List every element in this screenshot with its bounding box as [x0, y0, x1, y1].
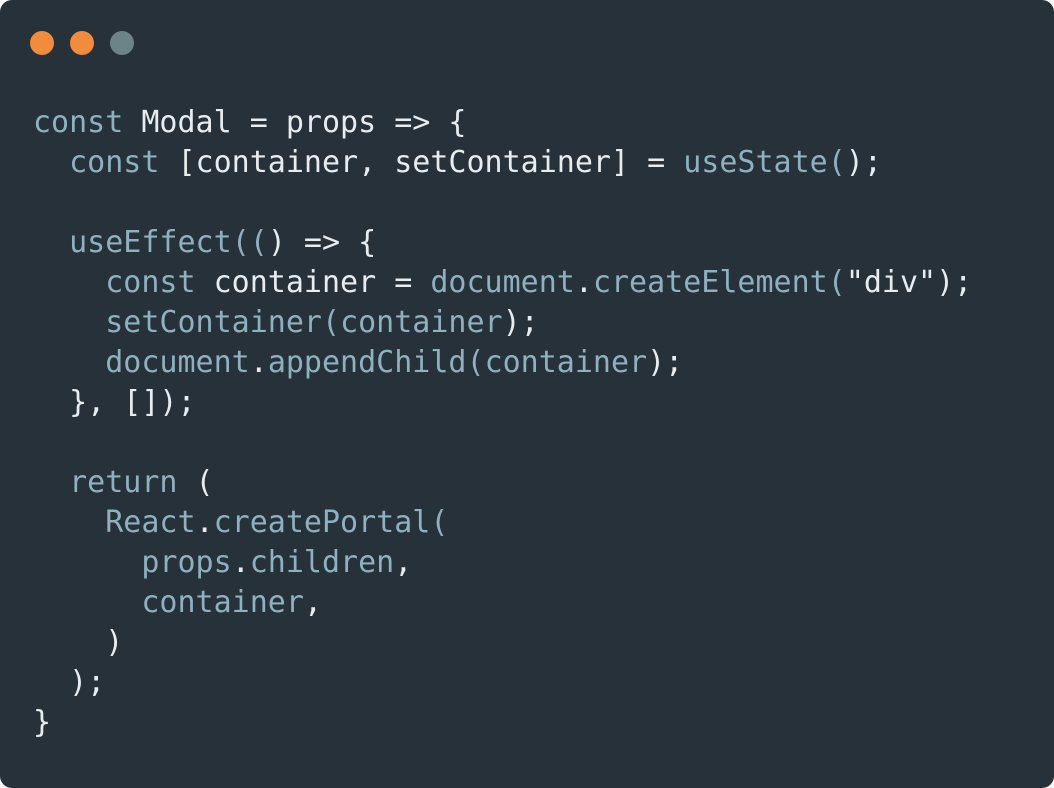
close-dot[interactable] [30, 31, 54, 55]
code-line: props.children, [33, 543, 972, 583]
code-token: "div"); [845, 265, 973, 300]
code-token-keyword: createPortal [213, 505, 431, 540]
code-token: } [33, 705, 52, 740]
code-token: . [574, 265, 593, 300]
code-token-keyword: document [430, 265, 575, 300]
code-token-keyword: setContainer [105, 305, 322, 340]
code-token: ); [845, 145, 882, 180]
code-token-keyword: container [141, 585, 304, 620]
code-token-keyword: React [105, 505, 196, 540]
code-token: Modal = props => { [123, 105, 467, 140]
code-token: }, []); [33, 385, 196, 420]
minimize-dot[interactable] [70, 31, 94, 55]
code-line: ); [33, 663, 972, 703]
code-line: const container = document.createElement… [33, 263, 972, 303]
code-token-keyword: appendChild [267, 345, 467, 380]
code-token-keyword: ( [322, 305, 341, 340]
code-token: ) => { [267, 225, 377, 260]
code-token: [container, setContainer] = [159, 145, 684, 180]
code-token: ); [647, 345, 684, 380]
code-line: const [container, setContainer] = useSta… [33, 143, 972, 183]
code-line: }, []); [33, 383, 972, 423]
code-line: container, [33, 583, 972, 623]
code-token-keyword: (( [231, 225, 268, 260]
code-token-keyword: ( [827, 145, 846, 180]
code-token-keyword: useState [683, 145, 828, 180]
code-token-keyword: const [33, 105, 124, 140]
code-window: const Modal = props => { const [containe… [0, 0, 1054, 788]
code-line: } [33, 703, 972, 743]
code-token-keyword: useEffect [69, 225, 232, 260]
code-token-keyword: const [69, 145, 160, 180]
code-token-keyword: ( [827, 265, 846, 300]
code-token-keyword: props [141, 545, 232, 580]
code-line: document.appendChild(container); [33, 343, 972, 383]
code-token-keyword: createElement [592, 265, 828, 300]
code-line: setContainer(container); [33, 303, 972, 343]
code-token: , [394, 545, 413, 580]
code-token: . [231, 545, 250, 580]
code-token: ); [502, 305, 539, 340]
code-line: ) [33, 623, 972, 663]
code-token: . [249, 345, 268, 380]
code-token: ); [33, 665, 106, 700]
code-block: const Modal = props => { const [containe… [33, 103, 972, 743]
code-line: const Modal = props => { [33, 103, 972, 143]
zoom-dot[interactable] [110, 31, 134, 55]
code-token: , [303, 585, 322, 620]
code-token: . [195, 505, 214, 540]
code-token: ) [33, 625, 124, 660]
window-titlebar [0, 0, 1054, 84]
code-token-keyword: return [69, 465, 178, 500]
code-token-keyword: ( [430, 505, 449, 540]
code-token-keyword: document [105, 345, 250, 380]
code-token: container = [195, 265, 431, 300]
code-token-keyword: container [484, 345, 648, 380]
code-token-keyword: ( [466, 345, 485, 380]
code-token: ( [177, 465, 214, 500]
code-line: return ( [33, 463, 972, 503]
code-token-keyword: const [105, 265, 196, 300]
code-token-keyword: container [340, 305, 503, 340]
code-line: useEffect(() => { [33, 223, 972, 263]
code-token-keyword: children [249, 545, 395, 580]
code-line: React.createPortal( [33, 503, 972, 543]
